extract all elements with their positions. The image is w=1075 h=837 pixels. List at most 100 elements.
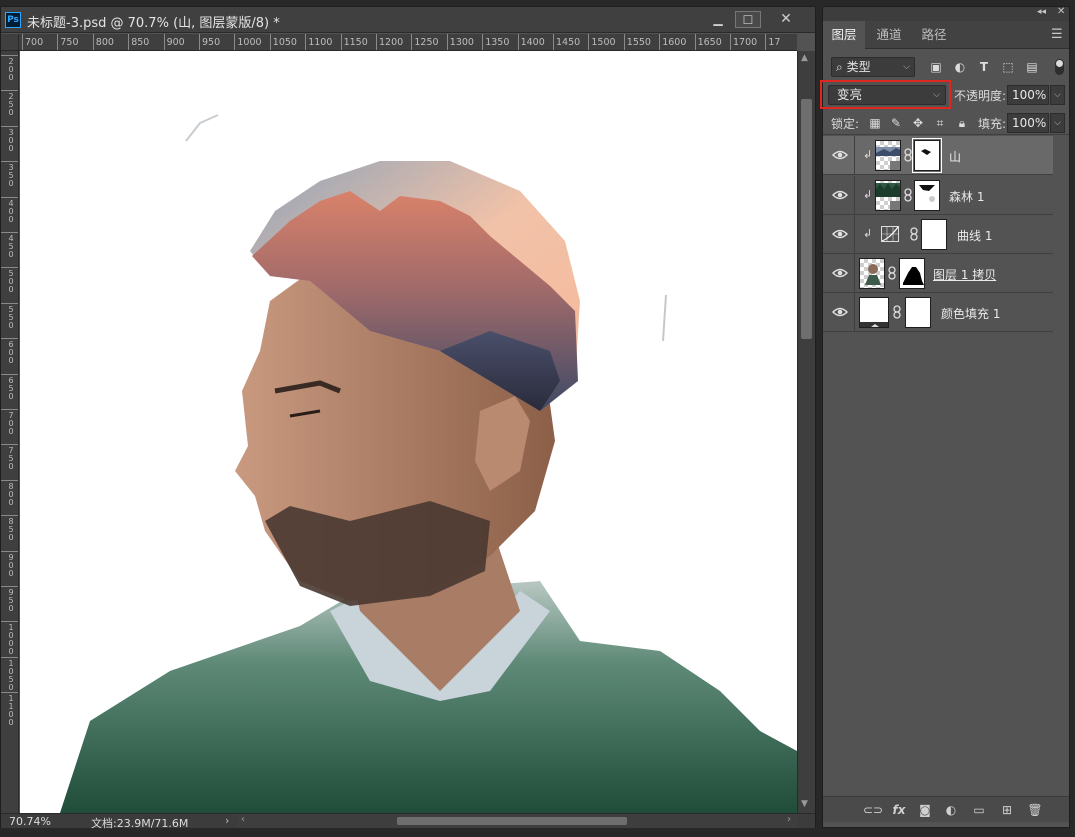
layer-row-color-fill[interactable]: 颜色填充 1: [823, 293, 1053, 332]
layer-thumbnail[interactable]: [875, 180, 901, 211]
ruler-tick-label: 1700: [733, 37, 758, 48]
eye-icon[interactable]: [832, 305, 848, 319]
status-bar: 70.74% 文档:23.9M/71.6M › ‹ ›: [1, 813, 815, 830]
add-mask-icon[interactable]: ◙: [917, 802, 933, 818]
vertical-scrollbar[interactable]: ▲ ▼: [797, 51, 815, 813]
eye-icon[interactable]: [832, 148, 848, 162]
shape-filter-icon[interactable]: ⬚: [1001, 60, 1015, 74]
blend-mode-select[interactable]: 变亮 ⌵: [828, 85, 946, 105]
zoom-level[interactable]: 70.74%: [9, 815, 51, 828]
filter-toggle[interactable]: [1055, 59, 1064, 75]
scroll-left-icon[interactable]: ‹: [241, 814, 245, 825]
lock-image-pixels-icon[interactable]: ✎: [889, 116, 903, 130]
image-filter-icon[interactable]: ▣: [929, 60, 943, 74]
canvas[interactable]: [20, 51, 797, 813]
close-panel-icon[interactable]: ✕: [1057, 6, 1065, 17]
ruler-origin[interactable]: [1, 34, 19, 51]
new-layer-icon[interactable]: ⊞: [999, 802, 1015, 818]
new-adjustment-layer-icon[interactable]: ◐: [943, 802, 959, 818]
horizontal-scrollbar[interactable]: ‹ ›: [237, 814, 797, 828]
tab-layers[interactable]: 图层: [823, 21, 865, 49]
lock-transparency-icon[interactable]: ▦: [868, 116, 882, 130]
layer-name[interactable]: 森林 1: [949, 188, 984, 205]
fill-layer-thumbnail[interactable]: [859, 297, 889, 328]
lock-artboard-icon[interactable]: ⌗: [933, 116, 947, 130]
link-chain-icon[interactable]: [904, 188, 912, 202]
ruler-tick: [305, 34, 307, 50]
eye-icon[interactable]: [832, 266, 848, 280]
panel-header-strip[interactable]: ◂◂ ✕: [823, 6, 1069, 21]
tab-channels[interactable]: 通道: [867, 21, 911, 49]
ruler-tick: [1, 479, 18, 481]
fill-dropdown-icon[interactable]: ⌵: [1050, 113, 1065, 133]
ruler-tick: [340, 34, 342, 50]
ruler-tick: [1, 692, 18, 694]
layer-mask-thumbnail[interactable]: [905, 297, 931, 328]
blend-mode-row: 变亮 ⌵ 不透明度: 100% ⌵: [820, 80, 1069, 109]
layer-name[interactable]: 山: [949, 148, 961, 165]
ruler-tick: [199, 34, 200, 50]
ruler-tick: [588, 34, 590, 50]
link-layers-icon[interactable]: ⊂⊃: [863, 802, 883, 818]
opacity-dropdown-icon[interactable]: ⌵: [1050, 85, 1065, 105]
opacity-label: 不透明度:: [954, 89, 1007, 103]
link-chain-icon[interactable]: [888, 266, 896, 280]
vertical-scroll-thumb[interactable]: [801, 99, 812, 339]
panel-menu-icon[interactable]: ☰: [1051, 27, 1063, 42]
eye-icon[interactable]: [832, 227, 848, 241]
layer-mask-thumbnail[interactable]: [914, 180, 940, 211]
maximize-button[interactable]: ☐: [735, 11, 761, 28]
eye-icon[interactable]: [832, 188, 848, 202]
layer-style-fx-icon[interactable]: fx: [891, 802, 907, 818]
layer-name[interactable]: 图层 1 拷贝: [933, 266, 996, 283]
layer-row-mountain[interactable]: ↲ 山: [823, 136, 1053, 175]
lock-position-icon[interactable]: ✥: [911, 116, 925, 130]
scroll-down-icon[interactable]: ▼: [801, 799, 808, 809]
ruler-tick: [1, 90, 18, 92]
layer-row-portrait-copy[interactable]: 图层 1 拷贝: [823, 254, 1053, 293]
minimize-button[interactable]: ▁: [705, 11, 731, 28]
ruler-tick: [1, 55, 18, 56]
ruler-tick: [57, 34, 59, 50]
opacity-input[interactable]: 100%: [1007, 85, 1049, 105]
vertical-ruler[interactable]: 200 250 300 350 400 450 500 550 600 650 700 750 800 8…: [1, 51, 19, 813]
ruler-tick: [92, 34, 94, 50]
new-group-folder-icon[interactable]: ▭: [971, 802, 987, 818]
filter-kind-select[interactable]: ⌕ 类型 ⌵: [831, 57, 915, 77]
lock-all-icon[interactable]: 🔒︎: [955, 116, 969, 130]
link-chain-icon[interactable]: [910, 227, 918, 241]
layer-thumbnail[interactable]: [875, 140, 901, 171]
ruler-tick-label: 550: [8, 304, 14, 330]
ruler-tick: [553, 34, 554, 50]
scroll-right-icon[interactable]: ›: [787, 814, 791, 825]
status-menu-arrow-icon[interactable]: ›: [225, 814, 229, 827]
scroll-up-icon[interactable]: ▲: [801, 53, 808, 63]
document-titlebar[interactable]: Ps 未标题-3.psd @ 70.7% (山, 图层蒙版/8) * ▁ ☐ ✕: [1, 7, 815, 33]
close-button[interactable]: ✕: [773, 11, 799, 28]
ruler-tick-label: 800: [8, 481, 14, 507]
smart-object-filter-icon[interactable]: ▤: [1025, 60, 1039, 74]
layer-mask-thumbnail[interactable]: [912, 138, 942, 173]
ruler-tick: [517, 34, 519, 50]
delete-layer-trash-icon[interactable]: 🗑︎: [1027, 802, 1043, 818]
link-chain-icon[interactable]: [893, 305, 901, 319]
filter-kind-label: 类型: [846, 60, 871, 74]
horizontal-ruler[interactable]: 700 750 800 850 900 950 1000 1050 1100 1150 1200 12…: [19, 34, 797, 51]
collapse-panel-icon[interactable]: ◂◂: [1037, 7, 1046, 17]
tab-paths[interactable]: 路径: [913, 21, 955, 49]
layer-row-forest[interactable]: ↲ 森林 1: [823, 176, 1053, 215]
layer-mask-thumbnail[interactable]: [899, 258, 925, 289]
link-chain-icon[interactable]: [904, 148, 912, 162]
layer-name[interactable]: 颜色填充 1: [941, 305, 1000, 322]
ruler-tick-label: 700: [25, 37, 44, 48]
ruler-tick-label: 800: [95, 37, 114, 48]
type-filter-icon[interactable]: T: [977, 60, 991, 74]
layer-row-curves[interactable]: ↲ 曲线 1: [823, 215, 1053, 254]
layer-thumbnail[interactable]: [859, 258, 885, 289]
fill-input[interactable]: 100%: [1007, 113, 1049, 133]
adjustment-filter-icon[interactable]: ◐: [953, 60, 967, 74]
layer-mask-thumbnail[interactable]: [921, 219, 947, 250]
layer-name[interactable]: 曲线 1: [957, 227, 992, 244]
horizontal-scroll-thumb[interactable]: [397, 817, 627, 825]
curves-adjustment-icon[interactable]: [881, 226, 899, 242]
